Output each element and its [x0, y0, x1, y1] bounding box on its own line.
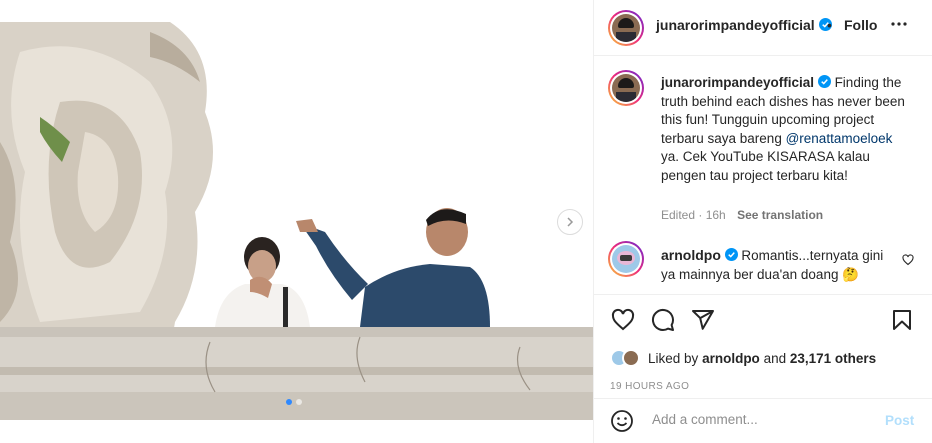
heart-icon: [611, 308, 635, 331]
more-options-icon: [891, 22, 907, 26]
emoji-button[interactable]: [610, 409, 634, 438]
likes-count[interactable]: 23,171 others: [790, 351, 876, 366]
carousel-indicator: [286, 399, 302, 405]
commenter-avatar[interactable]: [608, 241, 644, 277]
caption-text-end: ya. Cek YouTube KISARASA kalau pengen ta…: [661, 149, 870, 183]
post-header: junarorimpandeyofficial • Follo: [594, 0, 932, 56]
comment-username[interactable]: arnoldpo: [661, 247, 721, 263]
comment-button[interactable]: [651, 308, 675, 337]
author-avatar[interactable]: [608, 10, 644, 46]
post-age: 16h: [705, 208, 726, 222]
liker-avatars[interactable]: [610, 349, 642, 367]
follow-button[interactable]: Follo: [844, 17, 877, 33]
heart-icon: [902, 254, 914, 266]
add-comment-bar: Post: [594, 398, 932, 443]
verified-icon: [817, 75, 831, 88]
save-button[interactable]: [890, 308, 914, 337]
chevron-right-icon: [567, 217, 574, 227]
caption-username[interactable]: junarorimpandeyofficial: [661, 75, 814, 90]
photo-illustration: [0, 22, 593, 420]
caption-mention-link[interactable]: @renattamoeloek: [786, 131, 893, 146]
liked-by-label: Liked by: [648, 350, 699, 366]
comment-emoji: 🤔: [842, 267, 860, 282]
carousel-dot: [296, 399, 302, 405]
author-username[interactable]: junarorimpandeyofficial: [656, 17, 832, 33]
like-button[interactable]: [611, 308, 635, 337]
carousel-next-button[interactable]: [557, 209, 583, 235]
caption-meta: Edited · 16h See translation: [661, 208, 824, 222]
save-icon: [893, 310, 911, 330]
post-comment-button[interactable]: Post: [885, 413, 914, 428]
see-translation-button[interactable]: See translation: [737, 208, 823, 222]
emoji-icon: [611, 410, 633, 432]
share-button[interactable]: [691, 308, 715, 337]
separator: •: [827, 17, 832, 33]
comment-icon: [651, 308, 674, 331]
carousel-dot: [286, 399, 292, 405]
post-photo[interactable]: [0, 22, 593, 420]
comment-input[interactable]: [650, 411, 874, 428]
post-timestamp[interactable]: 19 HOURS AGO: [610, 381, 689, 392]
liked-by-user[interactable]: arnoldpo: [702, 351, 760, 366]
share-icon: [692, 310, 714, 330]
actions-divider: [594, 294, 932, 295]
likes-summary: Liked by arnoldpo and 23,171 others: [610, 349, 876, 367]
post-side-panel: junarorimpandeyofficial • Follo junarori…: [594, 0, 932, 443]
verified-icon: [724, 248, 738, 261]
likes-conjunction: and: [763, 350, 787, 366]
like-comment-button[interactable]: [902, 253, 914, 271]
caption-author-avatar[interactable]: [608, 70, 644, 106]
edited-label: Edited: [661, 208, 696, 222]
post-caption: junarorimpandeyofficial Finding the trut…: [661, 74, 911, 185]
comment-item: arnoldpo Romantis...ternyata gini ya mai…: [661, 246, 891, 284]
more-options-button[interactable]: [887, 12, 911, 36]
